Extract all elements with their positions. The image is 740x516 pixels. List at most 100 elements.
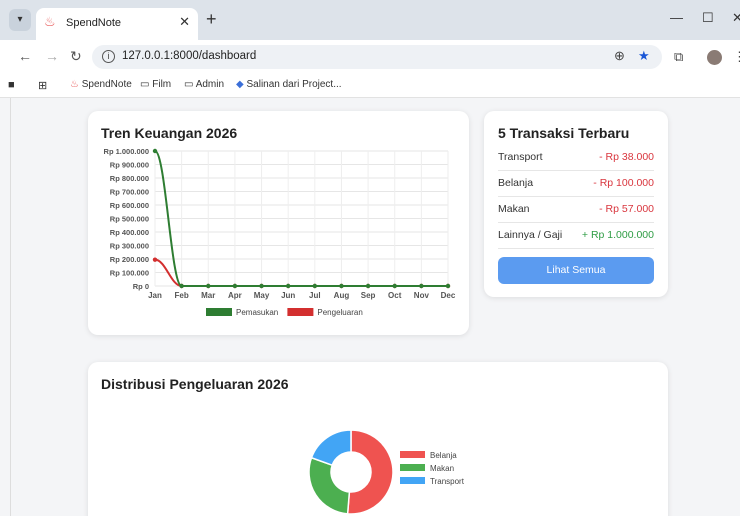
legend-label: Pemasukan [236,308,278,317]
x-tick-label: Feb [175,291,189,300]
transaction-name: Transport [498,151,543,163]
legend-label: Pengeluaran [317,308,362,317]
data-point [365,283,371,289]
extensions-icon[interactable]: ⧉ [674,49,683,65]
bookmarks-bar: ■ ⊞ ♨ SpendNote ▭ Film ▭ Admin ◆ Salinan… [0,74,740,98]
transaction-name: Lainnya / Gaji [498,229,563,241]
data-point [285,283,291,289]
apps-grid-icon[interactable]: ⊞ [38,79,47,92]
folder-icon: ▭ [140,79,150,90]
forward-icon[interactable]: → [45,48,59,64]
legend-label: Belanja [430,451,457,460]
legend-swatch [400,464,425,471]
pie-slice-makan [308,456,351,515]
x-tick-label: May [254,291,270,300]
transaction-row: Transport - Rp 38.000 [498,145,654,171]
new-tab-icon[interactable]: + [206,9,217,30]
legend-swatch [400,451,425,458]
spendnote-favicon-icon: ♨ [44,14,56,29]
trend-line-chart: Rp 0 Rp 100.000 Rp 200.000 Rp 300.000 Rp 400… [104,147,456,317]
x-tick-label: Aug [334,291,350,300]
y-tick-label: Rp 100.000 [110,269,149,278]
y-tick-label: Rp 300.000 [110,242,149,251]
data-point [206,283,211,289]
transaction-amount: + Rp 1.000.000 [581,229,654,241]
y-tick-label: Rp 0 [133,282,149,291]
address-bar: ← → ↻ i 127.0.0.1:8000/dashboard ⊕ ★ ⧉ ⋮ [0,40,740,74]
data-point [392,283,397,289]
transaction-amount: - Rp 57.000 [599,203,654,215]
data-point [339,283,344,289]
profile-avatar[interactable] [707,50,722,65]
transaction-name: Belanja [498,177,534,189]
legend-label: Transport [430,477,465,486]
sidebar-toggle-icon[interactable]: ■ [8,79,15,91]
y-tick-label: Rp 700.000 [110,188,149,197]
y-tick-label: Rp 900.000 [110,161,149,170]
transaction-row: Lainnya / Gaji + Rp 1.000.000 [498,223,654,249]
y-tick-label: Rp 400.000 [110,228,149,237]
bookmark-admin[interactable]: ▭ Admin [184,79,224,90]
y-tick-label: Rp 200.000 [110,255,149,264]
close-window-icon[interactable]: ✕ [732,10,740,26]
transaction-name: Makan [498,203,530,215]
x-tick-label: Jun [281,291,295,300]
project-bookmark-icon: ◆ [236,79,244,90]
x-tick-label: Jul [309,291,321,300]
pie-slice-transport [310,429,352,467]
data-point [152,257,158,262]
menu-icon[interactable]: ⋮ [733,49,740,65]
transaction-row: Makan - Rp 57.000 [498,197,654,223]
x-tick-label: Sep [361,291,376,300]
bookmark-star-icon[interactable]: ★ [638,48,650,64]
tab-search-icon[interactable]: ▾ [9,9,31,31]
data-point [312,283,318,289]
trend-card: Tren Keuangan 2026 Rp 0 Rp 100.000 Rp 200.… [88,111,469,335]
url-text[interactable]: 127.0.0.1:8000/dashboard [122,50,256,62]
bookmark-project[interactable]: ◆ Salinan dari Project... [236,79,342,90]
pie-slice-belanja [346,429,394,515]
distribution-card: Distribusi Pengeluaran 2026 Belanja Makan… [88,362,668,516]
spendnote-bookmark-icon: ♨ [70,79,79,90]
distribution-donut-chart: Belanja Makan Transport [308,429,465,515]
legend-swatch [287,308,314,316]
data-point [179,283,184,289]
y-tick-label: Rp 800.000 [110,174,149,183]
browser-tab[interactable]: ♨ SpendNote ✕ [36,8,198,40]
transaction-amount: - Rp 38.000 [599,151,654,163]
x-tick-label: Jan [148,291,162,300]
maximize-icon[interactable]: ☐ [702,10,714,26]
folder-icon: ▭ [184,79,194,90]
y-tick-label: Rp 1.000.000 [104,147,149,156]
close-tab-icon[interactable]: ✕ [179,14,190,30]
back-icon[interactable]: ← [18,48,32,64]
x-tick-label: Dec [441,291,456,300]
transaction-amount: - Rp 100.000 [593,177,654,189]
data-point [232,283,238,289]
legend-swatch [206,308,232,316]
transactions-title: 5 Transaksi Terbaru [498,125,630,141]
legend-label: Makan [430,464,454,473]
reload-icon[interactable]: ↻ [70,48,82,65]
dashboard-content: Tren Keuangan 2026 Rp 0 Rp 100.000 Rp 200.… [10,98,740,516]
bookmark-film[interactable]: ▭ Film [140,79,171,90]
view-all-button[interactable]: Lihat Semua [498,257,654,284]
legend-swatch [400,477,425,484]
data-point [445,283,451,289]
zoom-icon[interactable]: ⊕ [614,48,625,64]
site-info-icon[interactable]: i [102,50,115,63]
x-tick-label: Oct [388,291,402,300]
y-tick-label: Rp 500.000 [110,215,149,224]
omnibox[interactable]: i 127.0.0.1:8000/dashboard ⊕ ★ [92,45,662,69]
x-tick-label: Nov [414,291,430,300]
y-tick-label: Rp 600.000 [110,201,149,210]
tab-title: SpendNote [66,17,122,29]
x-tick-label: Mar [201,291,215,300]
transactions-card: 5 Transaksi Terbaru Transport - Rp 38.00… [484,111,668,297]
minimize-icon[interactable]: — [670,10,683,25]
transaction-row: Belanja - Rp 100.000 [498,171,654,197]
data-point [259,283,264,289]
data-point [152,148,158,154]
browser-tab-bar: ▾ ♨ SpendNote ✕ + — ☐ ✕ [0,0,740,40]
bookmark-spendnote[interactable]: ♨ SpendNote [70,79,132,90]
